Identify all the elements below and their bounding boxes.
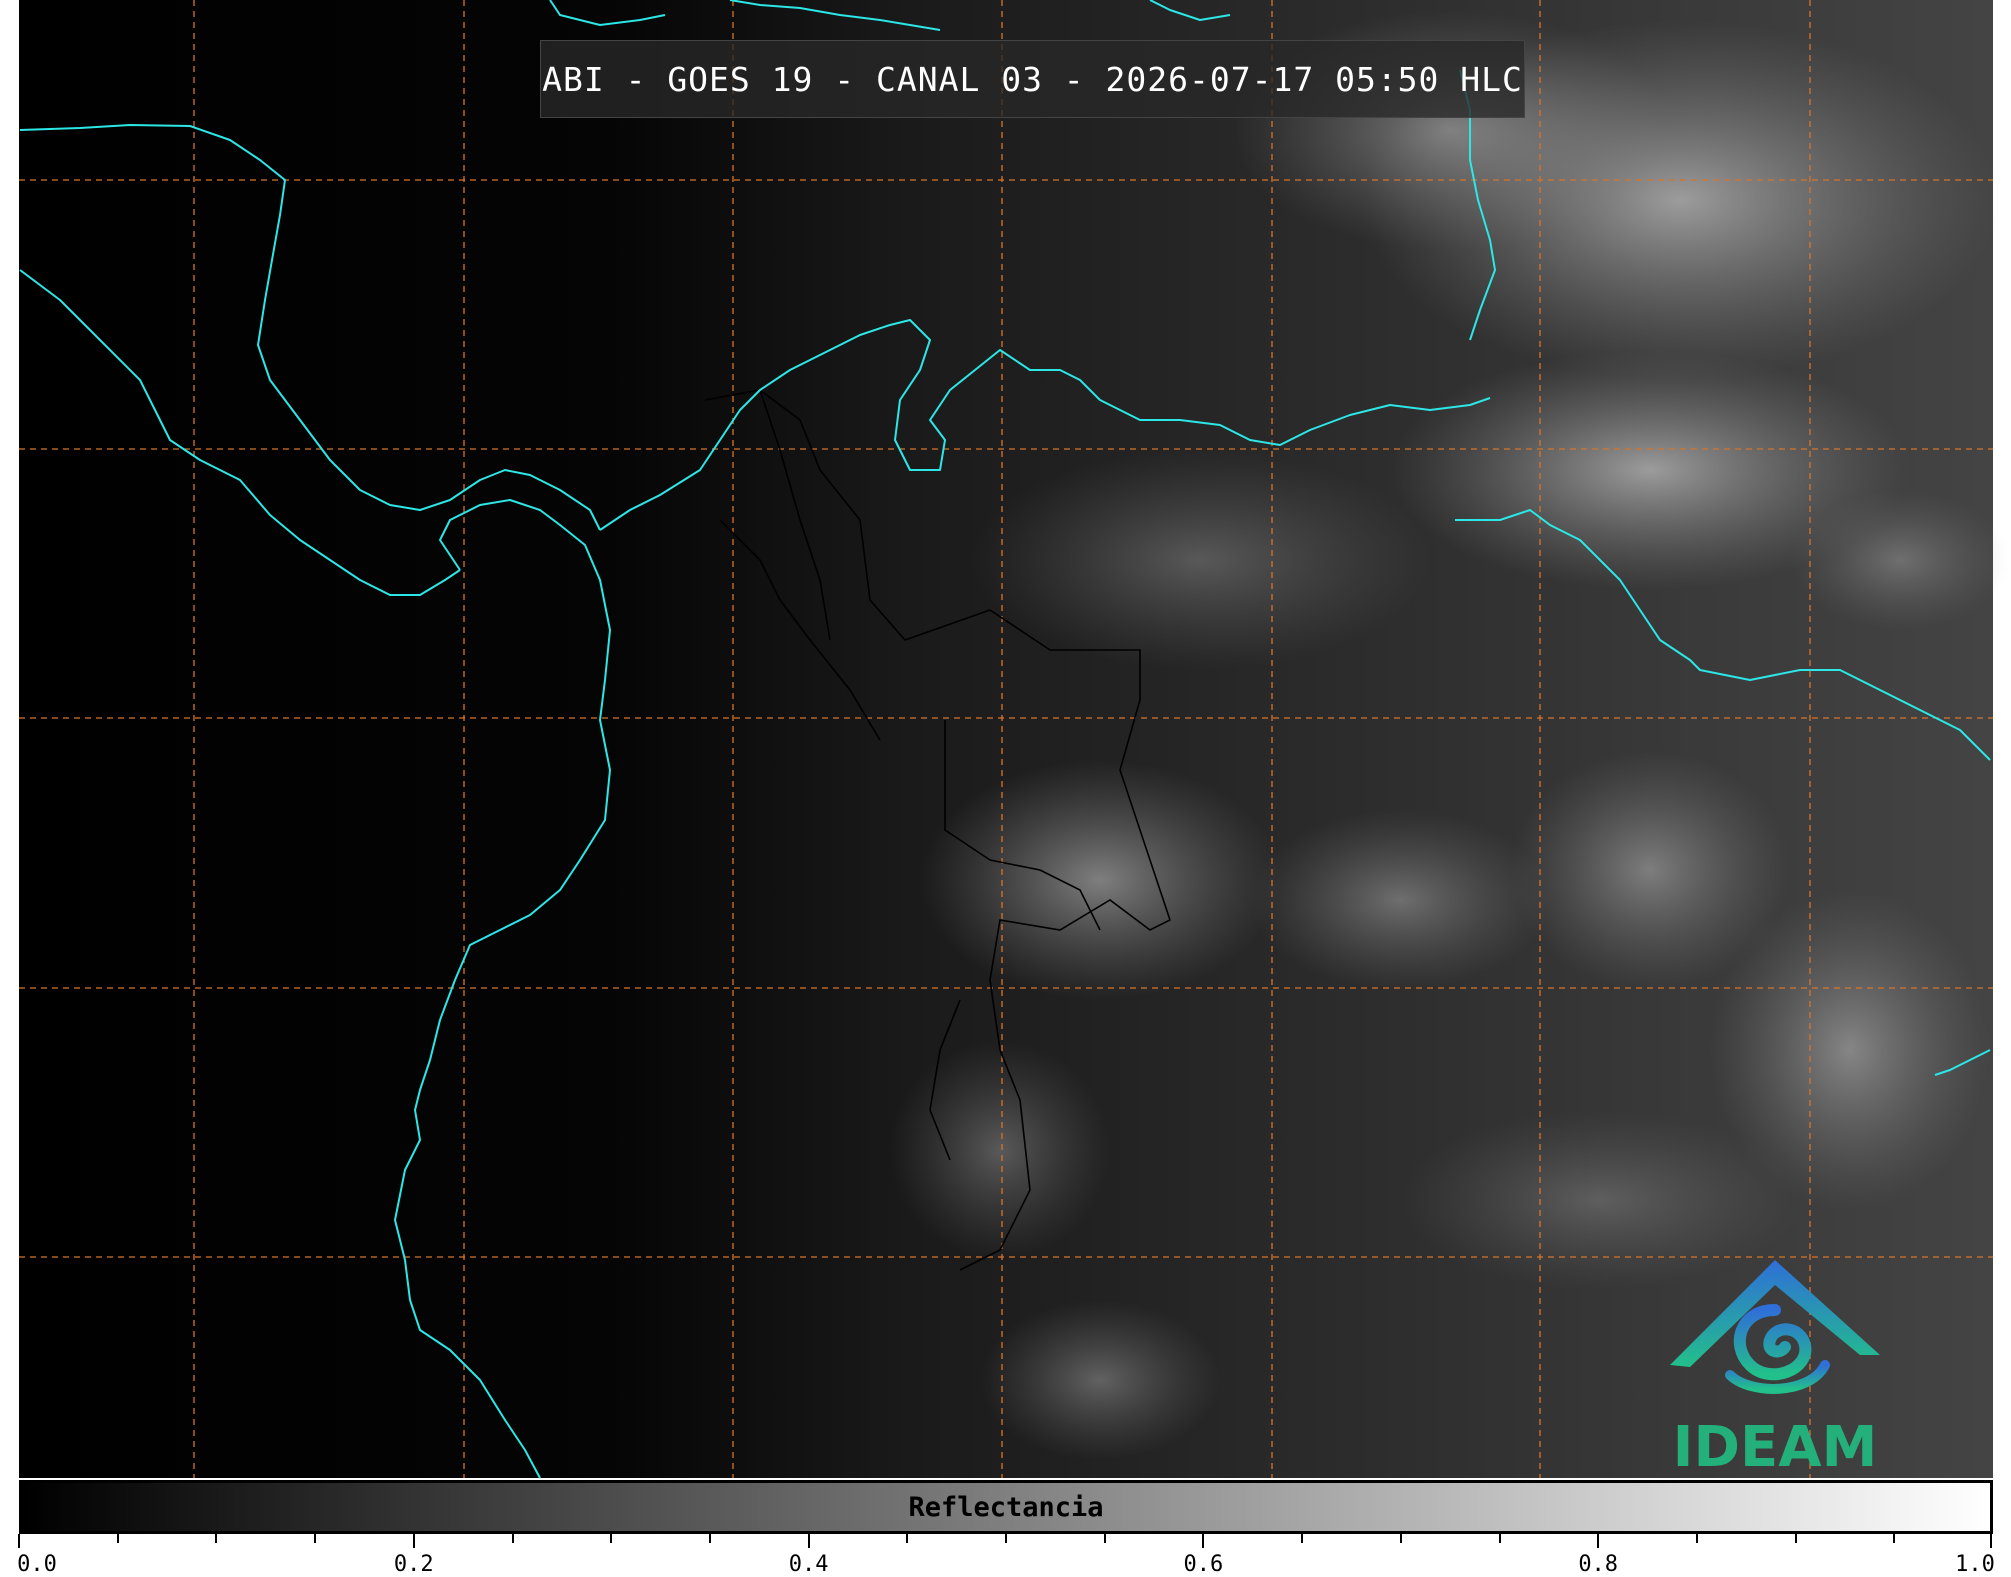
colorbar-tick-label: 0.8: [1578, 1552, 1619, 1577]
colorbar-tick-label: 0.6: [1183, 1552, 1224, 1577]
colorbar-minor-tick: [1498, 1534, 1501, 1543]
colorbar-minor-tick: [116, 1534, 119, 1543]
colorbar-minor-tick: [511, 1534, 514, 1543]
colorbar-major-tick: [18, 1534, 20, 1548]
colorbar-tick-label: 0.0: [17, 1552, 57, 1577]
colorbar-major-tick: [1202, 1534, 1205, 1548]
colorbar-major-tick: [412, 1534, 415, 1548]
ideam-logo: IDEAM: [1660, 1255, 1890, 1480]
colorbar-minor-tick: [1399, 1534, 1402, 1543]
colorbar-major-tick: [807, 1534, 810, 1548]
colorbar-label: Reflectancia: [908, 1492, 1104, 1523]
colorbar-minor-tick: [215, 1534, 218, 1543]
ideam-logo-text: IDEAM: [1672, 1415, 1878, 1480]
map-title: ABI - GOES 19 - CANAL 03 - 2026-07-17 05…: [540, 40, 1525, 118]
colorbar-tick-label: 0.4: [788, 1552, 829, 1577]
colorbar-minor-tick: [1893, 1534, 1896, 1543]
colorbar-minor-tick: [906, 1534, 909, 1543]
colorbar-minor-tick: [610, 1534, 613, 1543]
colorbar-minor-tick: [1301, 1534, 1304, 1543]
colorbar-major-tick: [1990, 1534, 1992, 1548]
colorbar-minor-tick: [1103, 1534, 1106, 1543]
colorbar-minor-tick: [708, 1534, 711, 1543]
colorbar-minor-tick: [1695, 1534, 1698, 1543]
colorbar-minor-tick: [1005, 1534, 1007, 1543]
colorbar-major-tick: [1597, 1534, 1600, 1548]
colorbar-tick-label: 1.0: [1955, 1552, 1995, 1577]
colorbar: Reflectancia: [19, 1480, 1993, 1534]
colorbar-minor-tick: [1794, 1534, 1797, 1543]
ideam-logo-mark-icon: [1670, 1260, 1880, 1394]
colorbar-minor-tick: [314, 1534, 317, 1543]
colorbar-tick-label: 0.2: [393, 1552, 434, 1577]
